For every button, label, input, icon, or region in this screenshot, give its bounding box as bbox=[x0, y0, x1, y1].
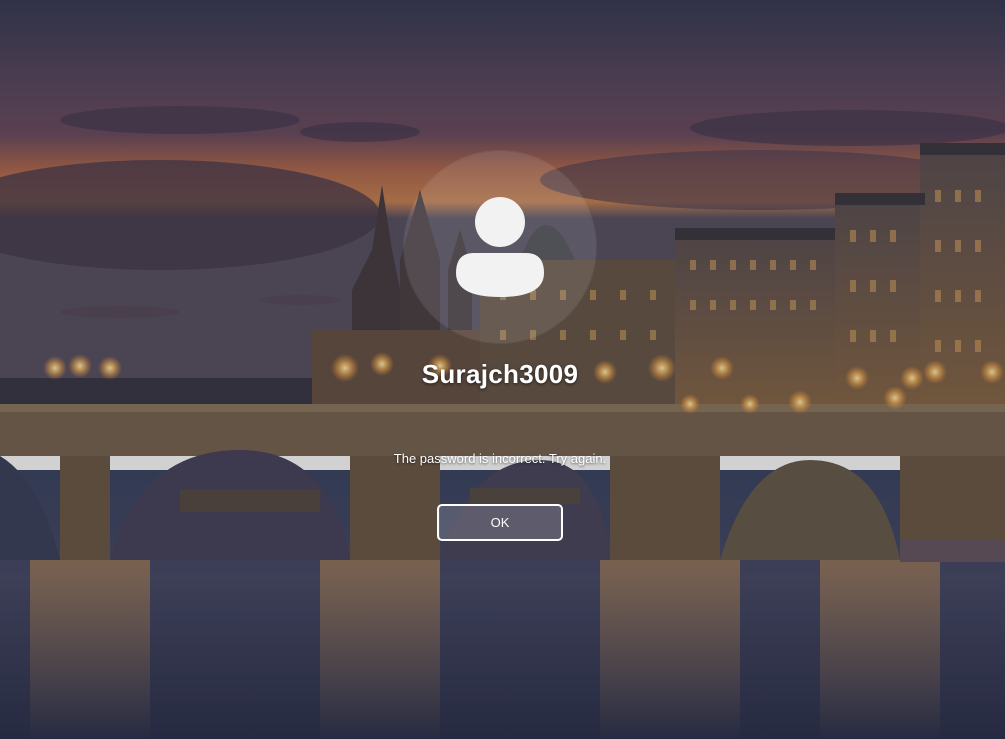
username-label: Surajch3009 bbox=[421, 359, 579, 389]
user-avatar bbox=[404, 151, 596, 343]
user-silhouette-icon bbox=[456, 197, 544, 297]
error-message: The password is incorrect. Try again. bbox=[393, 451, 607, 466]
lock-screen: Surajch3009 The password is incorrect. T… bbox=[0, 0, 1005, 739]
ok-button[interactable]: OK bbox=[437, 504, 563, 541]
